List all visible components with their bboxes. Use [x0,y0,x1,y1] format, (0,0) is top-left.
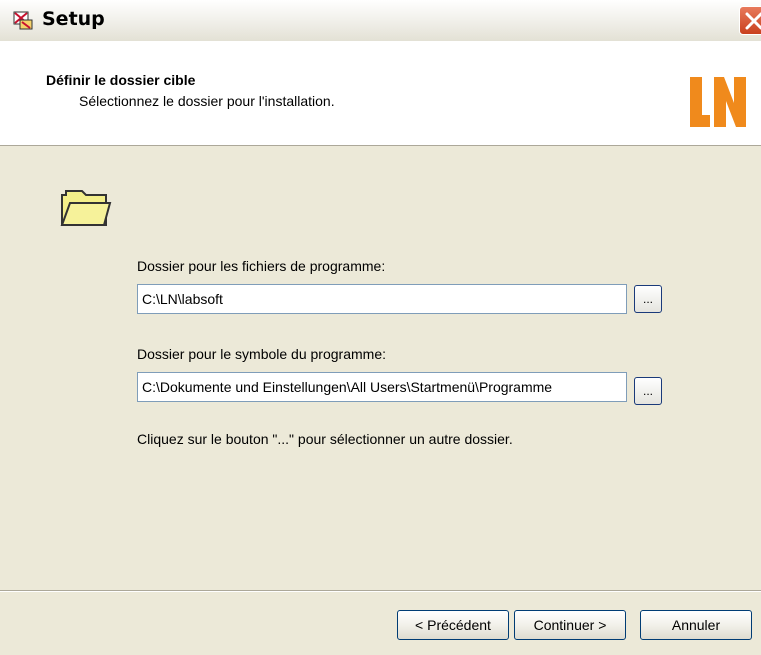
folder-icon [60,190,112,226]
footer-separator-highlight [0,591,761,592]
close-icon [745,12,761,30]
program-symbol-browse-button[interactable]: ... [634,377,662,405]
back-button[interactable]: < Précédent [397,610,509,640]
program-files-input[interactable] [137,284,627,314]
page-subheading: Sélectionnez le dossier pour l'installat… [79,93,335,109]
header-band: Définir le dossier cible Sélectionnez le… [0,41,761,146]
program-files-browse-button[interactable]: ... [634,285,662,313]
program-symbol-label: Dossier pour le symbole du programme: [137,346,386,362]
cancel-button[interactable]: Annuler [640,610,752,640]
page-heading: Définir le dossier cible [46,72,196,88]
setup-app-icon [13,11,33,30]
next-button[interactable]: Continuer > [514,610,626,640]
ln-logo [690,77,746,127]
browse-hint: Cliquez sur le bouton "..." pour sélecti… [137,431,513,447]
close-button[interactable] [739,6,761,35]
title-bar[interactable]: Setup [0,0,761,42]
window-title: Setup [42,8,105,30]
program-files-label: Dossier pour les fichiers de programme: [137,258,386,274]
program-symbol-input[interactable] [137,372,627,402]
